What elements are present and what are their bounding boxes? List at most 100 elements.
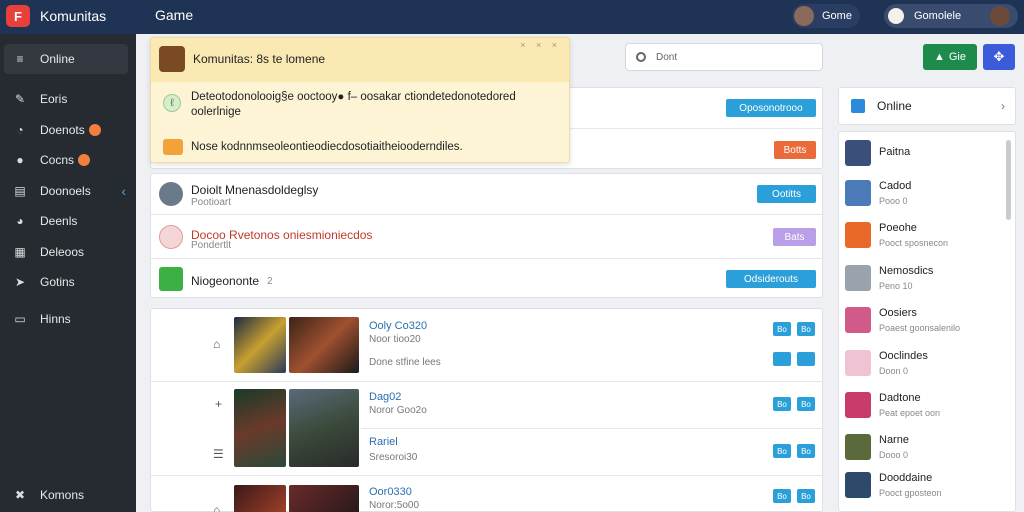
sidebar-item-deenls[interactable]: ◕ Deenls [4, 206, 128, 236]
community-button[interactable]: Bats [773, 228, 816, 246]
friend-item[interactable]: Nemosdics Peno 10 [845, 259, 1005, 299]
search-input[interactable]: Dont [625, 43, 823, 71]
game-button[interactable] [773, 352, 791, 366]
friend-name: Poeohe [879, 222, 917, 234]
user-name-right: Gomolele [914, 10, 962, 22]
scrollbar[interactable] [1006, 140, 1011, 220]
alert-icon [163, 139, 183, 155]
friend-item[interactable]: Cadod Pooo 0 [845, 174, 1005, 214]
friend-name: Dooddaine [879, 472, 933, 484]
sidebar: ≡ Online ✎ Eoris ◔ Doenots ● Cocns ▤ Doo… [0, 34, 136, 512]
button-label: Bats [784, 231, 805, 243]
game-button[interactable] [797, 352, 815, 366]
chevron-left-icon[interactable]: ‹ [121, 183, 126, 199]
green-action-button[interactable]: ▲ Gie [923, 44, 977, 70]
game-button[interactable]: Bo [773, 489, 791, 503]
avatar [845, 265, 871, 291]
settings-button[interactable]: ✥ [983, 44, 1015, 70]
game-title[interactable]: Rariel [369, 436, 398, 448]
close-icon[interactable]: × × × [520, 40, 561, 50]
avatar [794, 6, 814, 26]
game-thumbnail[interactable] [289, 485, 359, 512]
game-title[interactable]: Oor0330 [369, 486, 412, 498]
community-button[interactable]: Botts [774, 141, 816, 159]
community-button[interactable]: Ootitts [757, 185, 816, 203]
game-thumbnail[interactable] [234, 485, 286, 512]
game-title[interactable]: Dag02 [369, 391, 401, 403]
friend-item[interactable]: Oosiers Poaest goonsalenilo [845, 301, 1005, 341]
avatar [845, 392, 871, 418]
friend-item[interactable]: Poeohe Pooct sposnecon [845, 216, 1005, 256]
avatar [845, 180, 871, 206]
list-icon[interactable]: ☰ [213, 447, 224, 461]
sidebar-item-doenots[interactable]: ◔ Doenots [4, 115, 128, 145]
menu-icon: ≡ [16, 52, 24, 66]
friend-name: Nemosdics [879, 265, 934, 277]
friend-item[interactable]: Paitna [845, 134, 1005, 174]
globe-icon: ◕ [16, 214, 24, 228]
app-logo[interactable]: F [6, 5, 30, 27]
search-icon [636, 52, 646, 62]
friend-status: Peno 10 [879, 281, 913, 291]
game-button[interactable]: Bo [773, 444, 791, 458]
community-button[interactable]: Odsiderouts [726, 270, 816, 288]
sidebar-item-gotins[interactable]: ➤ Gotins [4, 267, 128, 297]
button-label: Botts [783, 144, 807, 156]
sidebar-item-komons[interactable]: ✖ Komons [4, 480, 128, 510]
game-button[interactable]: Bo [797, 397, 815, 411]
plus-icon[interactable]: + [215, 397, 222, 411]
tools-icon: ✖ [14, 488, 26, 502]
friend-item[interactable]: Dadtone Peat epoet oon [845, 386, 1005, 426]
notification-message: Nose kodnnmseoleontieodiecdosotiaitheioo… [191, 141, 463, 153]
game-thumbnail[interactable] [289, 317, 359, 373]
friend-name: Dadtone [879, 392, 921, 404]
game-thumbnail[interactable] [289, 389, 359, 467]
community-subtitle: Pondertlt [191, 240, 232, 251]
pencil-icon: ✎ [14, 92, 26, 106]
game-thumbnail[interactable] [234, 317, 286, 373]
community-button[interactable]: Oposonotrooo [726, 99, 816, 117]
chat-icon: ● [16, 153, 24, 167]
game-button[interactable]: Bo [797, 489, 815, 503]
community-title[interactable]: Doiolt Mnenasdoldeglsy [191, 183, 318, 197]
sidebar-item-cocns[interactable]: ● Cocns [4, 145, 128, 175]
sidebar-item-hinns[interactable]: ▭ Hinns [4, 304, 128, 334]
user-menu-right[interactable]: Gomolele [884, 4, 1018, 28]
sidebar-item-label: Doonoels [40, 184, 91, 198]
community-title[interactable]: Niogeononte [191, 274, 259, 288]
game-button[interactable]: Bo [773, 322, 791, 336]
game-button[interactable]: Bo [797, 444, 815, 458]
home-icon[interactable]: ⌂ [213, 337, 220, 351]
game-title[interactable]: Ooly Co320 [369, 320, 427, 332]
friend-item[interactable]: Narne Dooo 0 [845, 428, 1005, 468]
brand-name[interactable]: Komunitas [40, 8, 106, 24]
game-button[interactable]: Bo [773, 397, 791, 411]
button-label: Ootitts [772, 188, 801, 200]
avatar [159, 182, 183, 206]
sidebar-item-label: Online [40, 52, 75, 66]
friend-name: Oosiers [879, 307, 917, 319]
clock-icon: ◔ [16, 123, 24, 137]
grid-icon: ▦ [14, 245, 26, 259]
avatar [845, 307, 871, 333]
sidebar-item-eoris[interactable]: ✎ Eoris [4, 84, 128, 114]
home-icon[interactable]: ⌂ [213, 503, 220, 512]
page-title: Game [155, 7, 194, 23]
lock-icon: ▲ [933, 51, 945, 63]
sidebar-item-doonoels[interactable]: ▤ Doonoels ‹ [4, 176, 128, 206]
online-header[interactable]: Online › [838, 87, 1016, 125]
user-menu-left[interactable]: Gome [792, 4, 860, 28]
notification-title: Komunitas: 8s te lomene [193, 52, 326, 66]
friend-item[interactable]: Ooclindes Doon 0 [845, 344, 1005, 384]
sidebar-item-label: Komons [40, 488, 85, 502]
chevron-right-icon[interactable]: › [1001, 99, 1005, 113]
game-button[interactable]: Bo [797, 322, 815, 336]
sidebar-item-online[interactable]: ≡ Online [4, 44, 128, 74]
friend-item[interactable]: Dooddaine Pooct gposteon [845, 466, 1005, 506]
community-count: 2 [267, 276, 273, 287]
leaf-icon: ℓ [163, 94, 181, 112]
sidebar-item-deleoos[interactable]: ▦ Deleoos [4, 237, 128, 267]
game-thumbnail[interactable] [234, 389, 286, 467]
friend-name: Paitna [879, 146, 911, 158]
button-label: Odsiderouts [744, 273, 798, 285]
